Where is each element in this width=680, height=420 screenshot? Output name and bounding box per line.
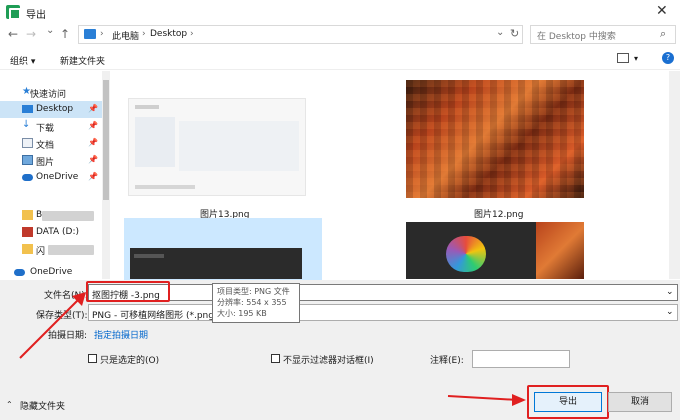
- sidebar-label: 快速访问: [30, 90, 67, 100]
- sidebar-item-onedrive[interactable]: OneDrive 📌: [0, 169, 110, 186]
- pin-icon: 📌: [88, 104, 98, 113]
- export-highlight-box: [527, 385, 609, 419]
- breadcrumb-sep: ›: [100, 29, 104, 39]
- cloud-icon: [22, 174, 33, 181]
- file-thumbnail-4[interactable]: [406, 222, 584, 279]
- thumb-photo: [536, 222, 584, 279]
- file-list-scrollbar[interactable]: [669, 71, 680, 279]
- download-icon: ↓: [22, 119, 31, 130]
- window-title: 导出: [26, 10, 46, 21]
- sidebar-label: OneDrive: [30, 267, 73, 277]
- sidebar-label: 图片: [36, 158, 55, 168]
- redacted-label: [48, 245, 94, 255]
- sidebar-item-quick-access[interactable]: ★ 快速访问: [0, 84, 110, 101]
- pin-icon: 📌: [88, 138, 98, 147]
- breadcrumb-this-pc[interactable]: 此电脑: [112, 29, 139, 42]
- sidebar-label: 闪: [36, 247, 46, 257]
- sidebar-item-desktop[interactable]: Desktop 📌: [0, 101, 110, 118]
- thumb-line: [135, 105, 159, 109]
- pin-icon: 📌: [88, 172, 98, 181]
- search-input[interactable]: 在 Desktop 中搜索: [537, 29, 616, 42]
- redacted-label: [42, 211, 94, 221]
- pixel-overlay: [406, 80, 584, 198]
- pin-icon: 📌: [88, 155, 98, 164]
- sidebar-label: DATA (D:): [36, 227, 80, 237]
- refresh-button[interactable]: ↻: [510, 27, 519, 40]
- up-button[interactable]: ↑: [60, 27, 70, 41]
- organize-button[interactable]: 组织 ▾: [10, 54, 35, 67]
- sidebar-label: 下载: [36, 124, 55, 134]
- sidebar-item-folder-b[interactable]: B: [0, 207, 110, 224]
- thumb-panel: [135, 117, 175, 167]
- forward-button[interactable]: →: [26, 27, 36, 41]
- sidebar-label: 文档: [36, 141, 55, 151]
- title-bar: [0, 0, 680, 24]
- thumb-line: [134, 254, 164, 258]
- cancel-button[interactable]: 取消: [608, 392, 672, 412]
- color-wheel-icon: [446, 236, 486, 272]
- arrowhead-export: [512, 394, 526, 406]
- sidebar-item-onedrive-2[interactable]: OneDrive: [0, 264, 110, 281]
- pin-icon: 📌: [88, 121, 98, 130]
- sidebar-item-pictures[interactable]: 图片 📌: [0, 152, 110, 169]
- sidebar-item-downloads[interactable]: ↓ 下载 📌: [0, 118, 110, 135]
- breadcrumb-desktop[interactable]: Desktop: [150, 29, 187, 39]
- back-button[interactable]: ←: [8, 27, 18, 41]
- sidebar-item-flash-drive[interactable]: 闪: [0, 241, 110, 258]
- thumb-body: [179, 121, 299, 171]
- view-icon[interactable]: [617, 53, 629, 63]
- file-thumbnail-3[interactable]: [130, 248, 302, 279]
- sidebar-label: Desktop: [36, 104, 74, 114]
- help-button[interactable]: ?: [662, 52, 674, 64]
- file-name-2[interactable]: 图片12.png: [474, 207, 523, 220]
- sidebar-item-documents[interactable]: 文档 📌: [0, 135, 110, 152]
- breadcrumb-sep: ›: [190, 29, 194, 39]
- drive-icon: [22, 227, 33, 237]
- file-thumbnail-1[interactable]: [128, 98, 306, 196]
- app-icon: [6, 5, 21, 20]
- cloud-icon: [14, 269, 25, 276]
- arrow-to-filename: [19, 297, 81, 359]
- address-dropdown[interactable]: ⌄: [496, 27, 504, 38]
- computer-icon: [84, 29, 96, 39]
- pictures-icon: [22, 155, 33, 165]
- sidebar-scroll-thumb[interactable]: [103, 80, 109, 200]
- file-thumbnail-2[interactable]: [406, 80, 584, 198]
- folder-icon: [22, 210, 33, 220]
- arrow-to-export: [447, 395, 519, 401]
- sidebar-item-data-drive[interactable]: DATA (D:): [0, 224, 110, 241]
- close-button[interactable]: ✕: [656, 3, 668, 19]
- navigation-pane: ★ 快速访问 Desktop 📌 ↓ 下载 📌 文档 📌 图片 📌 OneDri…: [0, 71, 110, 279]
- recent-dropdown[interactable]: ⌄: [46, 25, 54, 36]
- folder-icon: [22, 244, 33, 254]
- view-dropdown-icon[interactable]: ▾: [634, 54, 638, 63]
- breadcrumb-sep: ›: [142, 29, 146, 39]
- sidebar-label: OneDrive: [36, 172, 79, 182]
- search-icon: ⌕: [660, 27, 667, 40]
- thumb-footer: [135, 185, 195, 189]
- document-icon: [22, 138, 33, 148]
- desktop-icon: [22, 105, 33, 113]
- new-folder-button[interactable]: 新建文件夹: [60, 54, 105, 67]
